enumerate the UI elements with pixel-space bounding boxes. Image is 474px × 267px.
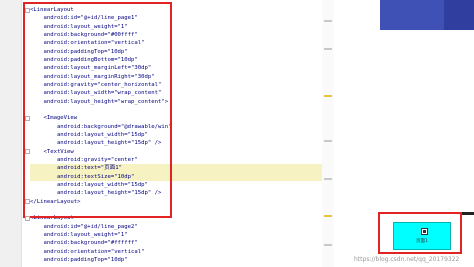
code-line[interactable]: android:orientation="vertical"	[30, 248, 330, 256]
win-icon	[421, 228, 428, 235]
page1-tab-label: 页面1	[416, 239, 428, 244]
fold-marker[interactable]	[25, 215, 30, 221]
scrollbar-marker	[324, 48, 332, 50]
code-editor[interactable]: <LinearLayout android:id="@+id/line_page…	[0, 0, 334, 267]
preview-status-accent	[444, 0, 474, 30]
code-line[interactable]: android:id="@+id/line_page2"	[30, 223, 330, 231]
scrollbar-marker	[324, 20, 332, 22]
code-line[interactable]: android:background="#ffffff"	[30, 239, 330, 247]
code-line[interactable]: android:layout_weight="1"	[30, 231, 330, 239]
fold-marker[interactable]	[25, 149, 30, 155]
fold-marker[interactable]	[25, 115, 30, 121]
editor-gutter	[0, 0, 22, 267]
watermark-text: https://blog.csdn.net/qq_20179322	[354, 256, 460, 263]
scrollbar-marker	[324, 140, 332, 142]
fold-marker[interactable]	[25, 199, 30, 205]
editor-scrollbar[interactable]	[322, 0, 334, 267]
scrollbar-marker	[324, 244, 332, 246]
preview-edge-line	[462, 212, 474, 215]
code-line[interactable]: android:paddingTop="10dp"	[30, 256, 330, 264]
scrollbar-marker	[324, 215, 332, 217]
page1-tab-preview[interactable]: 页面1	[393, 222, 451, 250]
fold-marker[interactable]	[25, 7, 30, 13]
scrollbar-marker	[324, 95, 332, 97]
scrollbar-marker	[324, 178, 332, 180]
highlight-box-code	[23, 2, 172, 218]
